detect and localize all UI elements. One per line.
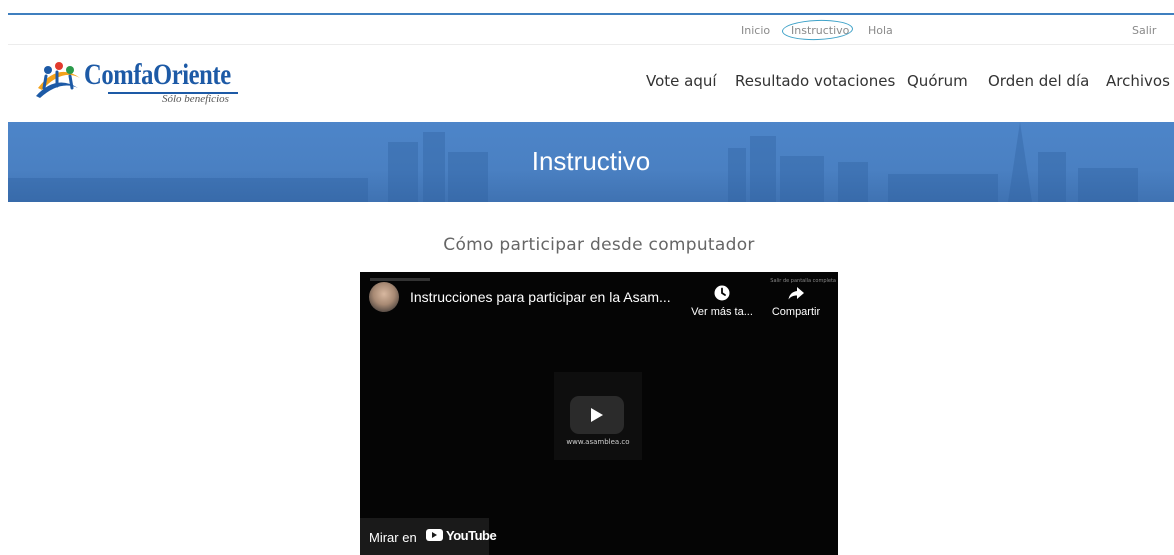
nav-item-vote[interactable]: Vote aquí: [646, 72, 717, 90]
watch-later-label: Ver más ta...: [691, 306, 753, 318]
play-button[interactable]: [570, 396, 624, 434]
channel-avatar[interactable]: [369, 282, 399, 312]
youtube-play-icon: [426, 529, 443, 541]
share-arrow-icon: [788, 287, 804, 300]
youtube-wordmark: YouTube: [446, 528, 497, 543]
main-nav: Vote aquí Resultado votaciones Quórum Or…: [0, 72, 1174, 96]
site-header: ComfaOriente Sólo beneficios Vote aquí R…: [0, 46, 1174, 122]
clock-icon: [714, 285, 730, 301]
watch-on-label: Mirar en: [369, 530, 417, 545]
share-label: Compartir: [771, 306, 821, 318]
page-title: Instructivo: [531, 146, 651, 176]
nav-item-archivos[interactable]: Archivos: [1106, 72, 1170, 90]
utility-divider: [8, 44, 1174, 45]
util-link-hola[interactable]: Hola: [868, 24, 893, 37]
util-link-salir[interactable]: Salir: [1132, 24, 1156, 37]
nav-item-agenda[interactable]: Orden del día: [988, 72, 1089, 90]
watch-later-button[interactable]: Ver más ta...: [690, 284, 754, 318]
video-title[interactable]: Instrucciones para participar en la Asam…: [410, 289, 671, 305]
nav-item-results[interactable]: Resultado votaciones: [735, 72, 895, 90]
utility-bar: Inicio Instructivo Hola Salir: [0, 15, 1174, 45]
watch-on-youtube-button[interactable]: Mirar en YouTube: [360, 518, 497, 555]
page-hero-banner: Instructivo: [8, 122, 1174, 202]
util-link-inicio[interactable]: Inicio: [741, 24, 770, 37]
util-link-instructivo[interactable]: Instructivo: [791, 24, 849, 37]
video-site-caption: www.asamblea.co: [566, 438, 630, 446]
youtube-video-embed[interactable]: Salir de pantalla completa Instrucciones…: [360, 272, 838, 555]
share-button[interactable]: Compartir: [766, 284, 826, 318]
section-heading: Cómo participar desde computador: [443, 235, 755, 255]
nav-item-quorum[interactable]: Quórum: [907, 72, 968, 90]
video-channel-strip: [370, 278, 430, 281]
